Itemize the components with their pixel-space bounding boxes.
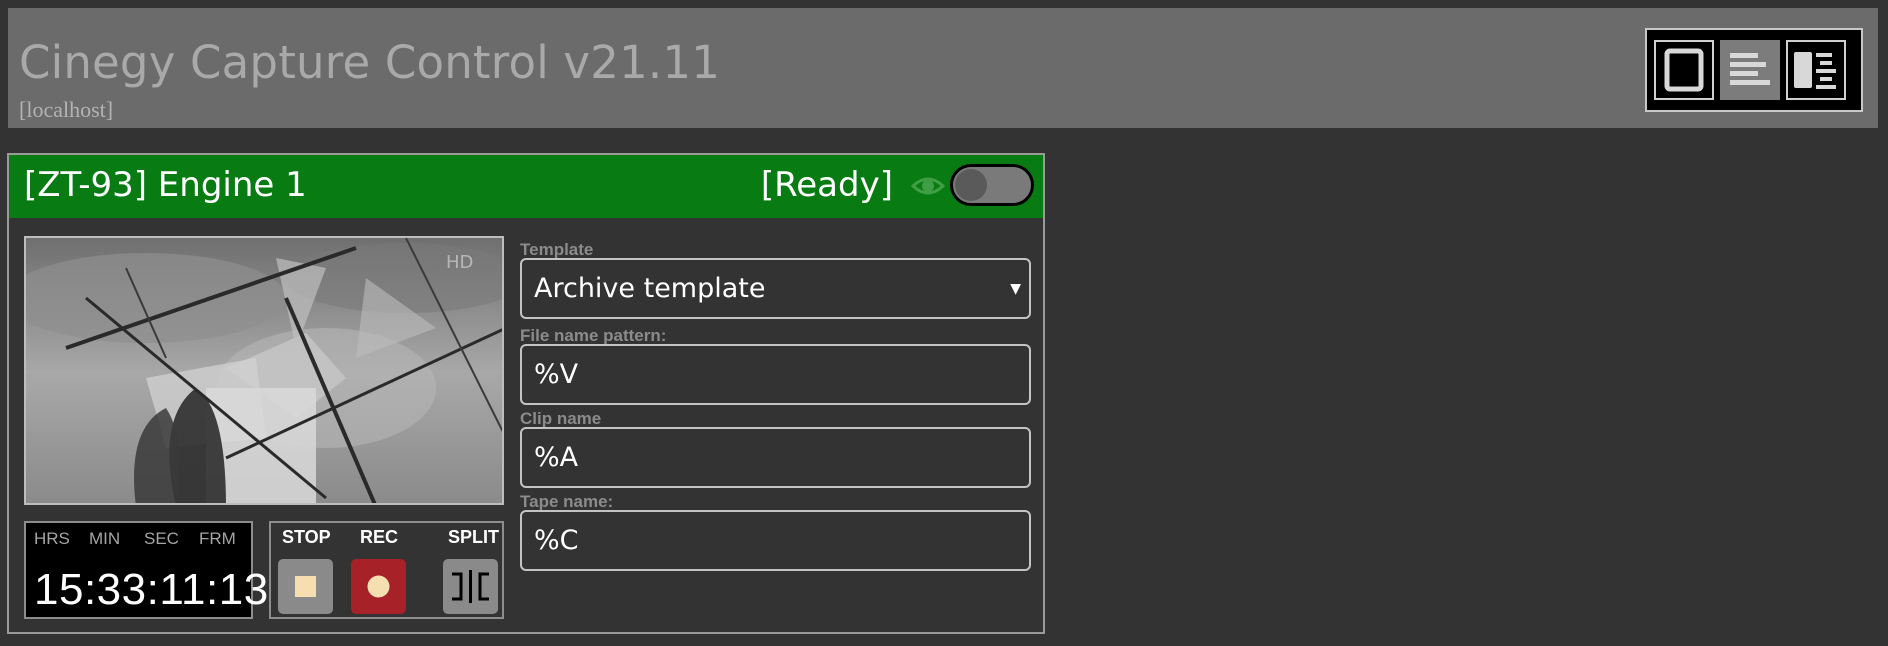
app-header: Cinegy Capture Control v21.11 [localhost… [8,8,1878,128]
preview-image: HD [26,238,502,503]
clip-name-value: %A [534,442,579,473]
timecode-labels: HRS MIN SEC FRM [34,529,254,549]
engine-header: [ZT-93] Engine 1 [Ready] [9,155,1043,218]
template-select[interactable]: Archive template ▼ [520,258,1031,319]
engine-title: [ZT-93] Engine 1 [24,165,307,205]
stop-label: STOP [282,527,331,547]
file-name-value: %V [534,359,579,390]
engine-status: [Ready] [760,165,893,205]
file-name-input[interactable]: %V [520,344,1031,405]
split-view-button[interactable] [1786,40,1846,100]
tape-name-value: %C [534,525,579,556]
template-select-value: Archive template [534,273,766,304]
clip-name-input[interactable]: %A [520,427,1031,488]
tc-label-frames: FRM [199,529,236,548]
preview-toggle[interactable] [950,164,1034,206]
list-view-button[interactable] [1720,40,1780,100]
single-view-button[interactable] [1654,40,1714,100]
split-icon [452,570,489,603]
host-label: [localhost] [19,97,114,122]
app-title: Cinegy Capture Control v21.11 [19,36,721,89]
tape-name-input[interactable]: %C [520,510,1031,571]
timecode-value: 15:33:11:13 [34,565,269,614]
view-switcher [1645,28,1863,112]
video-preview: HD [24,236,504,505]
tc-label-hours: HRS [34,529,70,548]
tape-name-label: Tape name: [520,492,614,511]
engine-panel: [ZT-93] Engine 1 [Ready] HD HRS MIN SEC … [7,153,1045,634]
stop-icon [295,576,316,597]
svg-text:HD: HD [446,252,473,273]
split-view-icon [1794,52,1836,89]
rec-label: REC [360,527,399,547]
single-view-icon [1664,48,1704,92]
tc-label-seconds: SEC [144,529,179,548]
file-name-label: File name pattern: [520,326,667,345]
clip-name-label: Clip name [520,409,602,428]
template-label-text: Template [520,240,594,259]
list-view-icon [1730,53,1770,85]
toggle-knob [955,169,987,201]
eye-icon [911,177,945,195]
tc-label-minutes: MIN [89,529,121,548]
record-button[interactable] [351,559,406,614]
transport-controls: STOP REC SPLIT [269,521,504,619]
timecode-display: HRS MIN SEC FRM 15:33:11:13 [24,521,268,619]
split-button[interactable] [443,559,498,614]
stop-button[interactable] [278,559,333,614]
chevron-down-icon: ▼ [1010,281,1021,297]
split-label: SPLIT [448,527,500,547]
record-icon [367,575,390,598]
